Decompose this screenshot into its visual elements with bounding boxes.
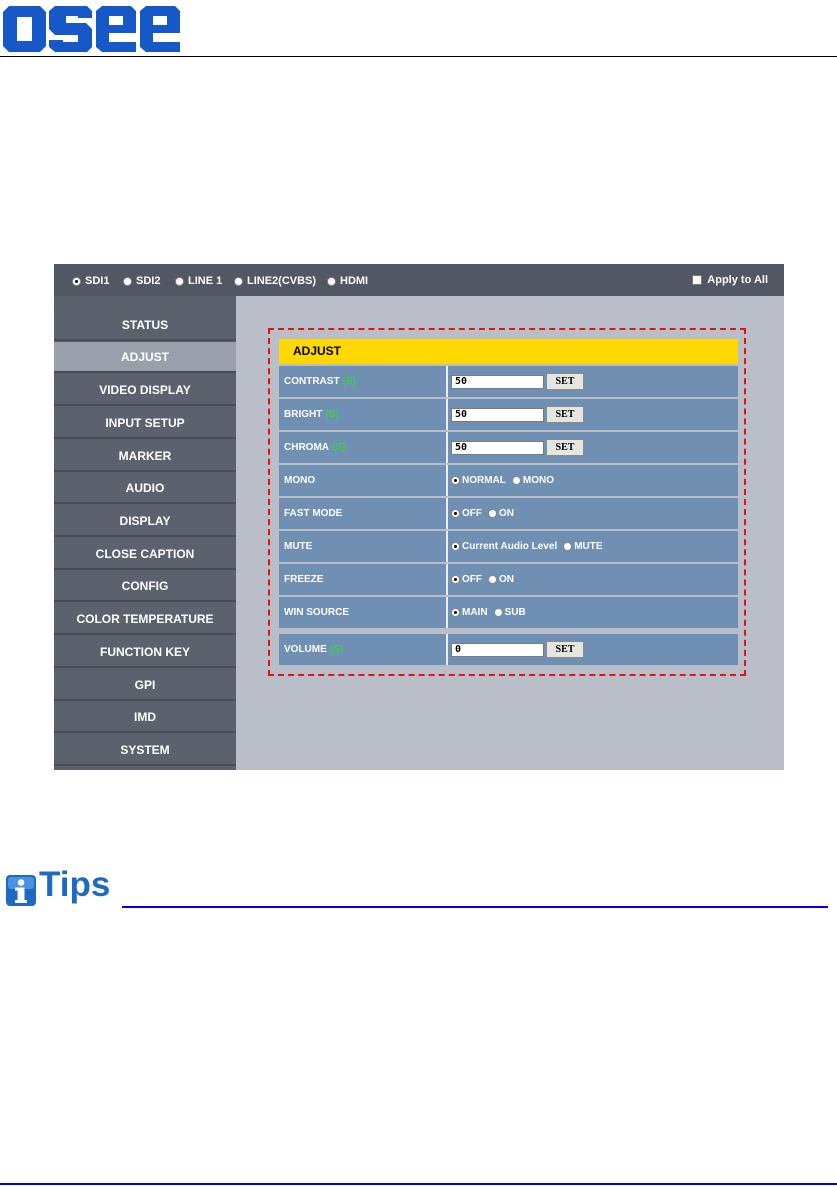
win-source-label: WIN SOURCE	[284, 607, 349, 618]
contrast-input[interactable]	[451, 374, 544, 389]
column-divider	[446, 634, 448, 665]
mute-mute-radio[interactable]	[563, 542, 573, 551]
info-icon	[6, 875, 36, 906]
sidebar-item-marker[interactable]: MARKER	[54, 441, 236, 472]
sidebar-item-gpi[interactable]: GPI	[54, 670, 236, 701]
osee-logo	[3, 6, 180, 52]
radio-icon	[72, 276, 81, 286]
row-chroma: CHROMA(S) SET	[279, 432, 738, 463]
volume-input[interactable]	[451, 642, 544, 657]
column-divider	[446, 564, 448, 595]
bright-set-button[interactable]: SET	[546, 406, 584, 423]
fast-mode-label: FAST MODE	[284, 508, 343, 519]
s-marker: (S)	[329, 644, 344, 655]
source-bar: SDI1 SDI2 LINE 1 LINE2(CVBS) HDMI Apply …	[54, 264, 784, 296]
freeze-label: FREEZE	[284, 574, 324, 585]
radio-icon	[175, 276, 184, 286]
row-bright: BRIGHT(S) SET	[279, 399, 738, 430]
bright-input[interactable]	[451, 407, 544, 422]
source-line1[interactable]: LINE 1	[175, 275, 222, 287]
contrast-set-button[interactable]: SET	[546, 373, 584, 390]
source-sdi1[interactable]: SDI1	[72, 275, 109, 287]
radio-icon	[327, 276, 336, 286]
mute-current-level-radio[interactable]	[451, 542, 460, 551]
s-marker: (S)	[342, 376, 356, 387]
freeze-on-radio[interactable]	[488, 575, 497, 584]
fast-mode-off-radio[interactable]	[451, 509, 460, 518]
contrast-label: CONTRAST	[284, 376, 340, 387]
sidebar-item-input-setup[interactable]: INPUT SETUP	[54, 408, 236, 439]
sidebar-item-video-display[interactable]: VIDEO DISPLAY	[54, 375, 236, 406]
mono-mono-radio[interactable]	[511, 476, 521, 485]
radio-icon	[123, 276, 132, 286]
volume-label: VOLUME	[284, 644, 327, 655]
sidebar-item-status[interactable]: STATUS	[54, 310, 236, 341]
s-marker: (S)	[325, 409, 339, 420]
panel-title: ADJUST	[279, 339, 738, 364]
radio-icon	[234, 276, 243, 286]
sidebar-item-function-key[interactable]: FUNCTION KEY	[54, 637, 236, 668]
win-source-main-radio[interactable]	[451, 608, 460, 617]
source-hdmi[interactable]: HDMI	[327, 275, 368, 287]
row-fast-mode: FAST MODE OFF ON	[279, 498, 738, 529]
tips-heading: Tips	[39, 865, 111, 904]
column-divider	[446, 498, 448, 529]
row-mono: MONO NORMAL MONO	[279, 465, 738, 496]
column-divider	[446, 465, 448, 496]
sidebar-item-display[interactable]: DISPLAY	[54, 506, 236, 537]
chroma-input[interactable]	[451, 440, 544, 455]
checkbox-icon	[692, 275, 703, 285]
sidebar-item-system[interactable]: SYSTEM	[54, 735, 236, 766]
source-sdi2[interactable]: SDI2	[123, 275, 160, 287]
row-contrast: CONTRAST(S) SET	[279, 366, 738, 397]
sidebar-nav: STATUS ADJUST VIDEO DISPLAY INPUT SETUP …	[54, 296, 236, 770]
footer-rule	[0, 1183, 837, 1185]
s-marker: (S)	[332, 442, 346, 453]
column-divider	[446, 366, 448, 397]
row-win-source: WIN SOURCE MAIN SUB	[279, 597, 738, 628]
row-mute: MUTE Current Audio Level MUTE	[279, 531, 738, 562]
column-divider	[446, 432, 448, 463]
apply-to-all-checkbox[interactable]: Apply to All	[692, 274, 768, 286]
column-divider	[446, 597, 448, 628]
freeze-off-radio[interactable]	[451, 575, 460, 584]
mono-label: MONO	[284, 475, 316, 486]
sidebar-item-adjust[interactable]: ADJUST	[54, 342, 236, 373]
sidebar-item-imd[interactable]: IMD	[54, 702, 236, 733]
column-divider	[446, 399, 448, 430]
mute-label: MUTE	[284, 541, 313, 552]
sidebar-item-color-temperature[interactable]: COLOR TEMPERATURE	[54, 604, 236, 635]
row-volume: VOLUME(S) SET	[279, 634, 738, 665]
sidebar-item-close-caption[interactable]: CLOSE CAPTION	[54, 539, 236, 570]
web-ui-screenshot: SDI1 SDI2 LINE 1 LINE2(CVBS) HDMI Apply …	[54, 264, 784, 770]
tips-rule	[122, 906, 828, 908]
header-rule	[0, 56, 837, 57]
source-line2-cvbs[interactable]: LINE2(CVBS)	[234, 275, 316, 287]
chroma-set-button[interactable]: SET	[546, 439, 584, 456]
win-source-sub-radio[interactable]	[493, 608, 503, 617]
volume-set-button[interactable]: SET	[546, 641, 584, 658]
sidebar-item-audio[interactable]: AUDIO	[54, 473, 236, 504]
sidebar-item-config[interactable]: CONFIG	[54, 571, 236, 602]
column-divider	[446, 531, 448, 562]
row-freeze: FREEZE OFF ON	[279, 564, 738, 595]
mono-normal-radio[interactable]	[451, 476, 460, 485]
bright-label: BRIGHT	[284, 409, 323, 420]
chroma-label: CHROMA	[284, 442, 329, 453]
fast-mode-on-radio[interactable]	[488, 509, 497, 518]
